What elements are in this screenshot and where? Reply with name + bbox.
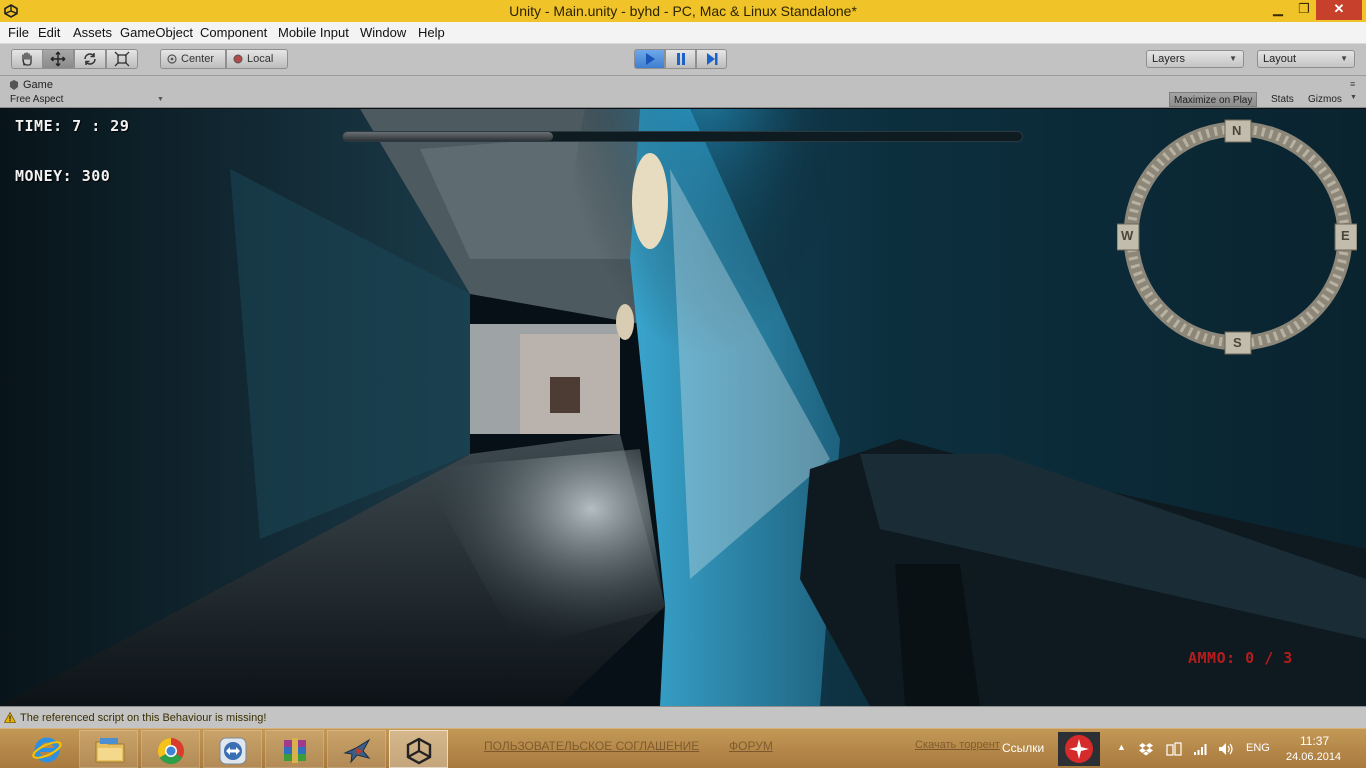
network-signal-icon[interactable] xyxy=(1193,742,1209,756)
stats-toggle[interactable]: Stats xyxy=(1267,92,1298,107)
chevron-down-icon: ▼ xyxy=(157,96,164,103)
menu-mobile-input[interactable]: Mobile Input xyxy=(278,25,349,40)
menu-edit[interactable]: Edit xyxy=(38,25,60,40)
folder-icon xyxy=(95,738,125,763)
tray-overflow-icon[interactable]: ▲ xyxy=(1117,742,1126,752)
internet-explorer-icon xyxy=(32,737,62,763)
game-view[interactable]: TIME: 7 : 29 MONEY: 300 AMMO: 0 / 3 N E … xyxy=(0,109,1366,706)
window-title-bar: Unity - Main.unity - byhd - PC, Mac & Li… xyxy=(0,0,1366,22)
layout-dropdown-label: Layout xyxy=(1263,53,1297,65)
step-button[interactable] xyxy=(696,49,727,69)
restore-button[interactable]: ❐ xyxy=(1291,0,1317,20)
hud-money: MONEY: 300 xyxy=(15,167,111,185)
menu-component[interactable]: Component xyxy=(200,25,267,40)
background-link: Скачать торрент xyxy=(915,739,1000,751)
chevron-down-icon: ▼ xyxy=(1229,54,1237,63)
rotate-tool-button[interactable] xyxy=(74,49,106,69)
taskbar-winrar[interactable] xyxy=(265,730,324,768)
menu-gameobject[interactable]: GameObject xyxy=(120,25,193,40)
play-icon xyxy=(645,53,655,65)
compass-ring-icon xyxy=(1117,119,1357,355)
input-language[interactable]: ENG xyxy=(1246,742,1270,754)
aspect-dropdown[interactable]: Free Aspect xyxy=(10,94,63,105)
game-app-icon xyxy=(343,738,371,764)
hud-ammo: AMMO: 0 / 3 xyxy=(1188,649,1293,667)
minimize-button[interactable]: ▁ xyxy=(1265,0,1291,20)
play-button[interactable] xyxy=(634,49,665,69)
hud-time: TIME: 7 : 29 xyxy=(15,117,130,135)
unity-logo-icon xyxy=(406,737,432,765)
links-toolbar-label[interactable]: Ссылки xyxy=(1002,741,1044,755)
compass-east: E xyxy=(1341,228,1350,243)
scale-icon xyxy=(114,51,130,67)
volume-icon[interactable] xyxy=(1218,742,1234,756)
taskbar-chrome[interactable] xyxy=(141,730,200,768)
pivot-local-label: Local xyxy=(247,53,274,65)
chevron-down-icon: ▼ xyxy=(1350,94,1357,101)
hand-tool-button[interactable] xyxy=(11,49,43,69)
move-arrows-icon xyxy=(50,51,66,67)
dropbox-icon[interactable] xyxy=(1139,742,1153,756)
clock-date[interactable]: 24.06.2014 xyxy=(1286,751,1341,763)
teamviewer-icon xyxy=(219,737,247,765)
layout-dropdown[interactable]: Layout ▼ xyxy=(1257,50,1355,68)
pivot-local-toggle[interactable]: Local xyxy=(226,49,288,69)
move-tool-button[interactable] xyxy=(42,49,74,69)
pivot-center-icon xyxy=(167,54,177,64)
status-message: The referenced script on this Behaviour … xyxy=(20,712,267,724)
level-progress-fill xyxy=(343,132,554,141)
taskbar-unity[interactable] xyxy=(389,730,448,768)
menu-assets[interactable]: Assets xyxy=(73,25,112,40)
compass: N E S W xyxy=(1117,118,1357,358)
taskbar-game-app[interactable] xyxy=(327,730,386,768)
background-link: ПОЛЬЗОВАТЕЛЬСКОЕ СОГЛАШЕНИЕ xyxy=(484,739,700,753)
panel-menu-icon[interactable]: ≡ xyxy=(1350,79,1355,89)
background-link: ФОРУМ xyxy=(729,739,773,753)
pivot-local-icon xyxy=(233,54,243,64)
pivot-center-toggle[interactable]: Center xyxy=(160,49,226,69)
tray-pinned-app[interactable] xyxy=(1058,732,1100,766)
pause-icon xyxy=(676,53,685,65)
winrar-icon xyxy=(284,738,306,763)
chrome-icon xyxy=(157,737,184,765)
console-status-bar[interactable]: The referenced script on this Behaviour … xyxy=(0,706,1366,728)
layers-dropdown-label: Layers xyxy=(1152,53,1186,65)
compass-west: W xyxy=(1121,228,1134,243)
taskbar-file-explorer[interactable] xyxy=(79,730,138,768)
game-panel-header: Game Free Aspect ▼ Maximize on Play Stat… xyxy=(0,76,1366,108)
main-toolbar: Center Local Layers ▼ Layout ▼ xyxy=(0,44,1366,76)
taskbar-teamviewer[interactable] xyxy=(203,730,262,768)
level-progress-bar xyxy=(342,131,1023,142)
game-view-icon xyxy=(10,80,18,90)
clock-time[interactable]: 11:37 xyxy=(1300,734,1329,748)
maximize-on-play-toggle[interactable]: Maximize on Play xyxy=(1169,92,1258,107)
gizmos-dropdown[interactable]: Gizmos xyxy=(1304,92,1346,107)
hand-icon xyxy=(22,52,32,66)
compass-south: S xyxy=(1233,335,1242,350)
action-center-icon[interactable] xyxy=(1166,742,1182,756)
menu-help[interactable]: Help xyxy=(418,25,445,40)
warning-icon xyxy=(4,712,16,723)
app-star-icon xyxy=(1065,735,1093,763)
layers-dropdown[interactable]: Layers ▼ xyxy=(1146,50,1244,68)
tab-game-label: Game xyxy=(23,79,53,91)
rotate-icon xyxy=(84,53,96,65)
close-button[interactable]: ✕ xyxy=(1316,0,1362,20)
menu-window[interactable]: Window xyxy=(360,25,406,40)
pause-button[interactable] xyxy=(665,49,696,69)
tab-game[interactable]: Game xyxy=(3,77,73,93)
window-title: Unity - Main.unity - byhd - PC, Mac & Li… xyxy=(509,3,857,19)
menu-file[interactable]: File xyxy=(8,25,29,40)
menu-bar: File Edit Assets GameObject Component Mo… xyxy=(0,22,1366,44)
windows-taskbar: ПОЛЬЗОВАТЕЛЬСКОЕ СОГЛАШЕНИЕ ФОРУМ Скачат… xyxy=(0,728,1366,768)
pivot-center-label: Center xyxy=(181,53,215,65)
step-icon xyxy=(706,53,717,65)
chevron-down-icon: ▼ xyxy=(1340,54,1348,63)
scale-tool-button[interactable] xyxy=(106,49,138,69)
compass-north: N xyxy=(1232,123,1242,138)
taskbar-internet-explorer[interactable] xyxy=(17,730,76,768)
